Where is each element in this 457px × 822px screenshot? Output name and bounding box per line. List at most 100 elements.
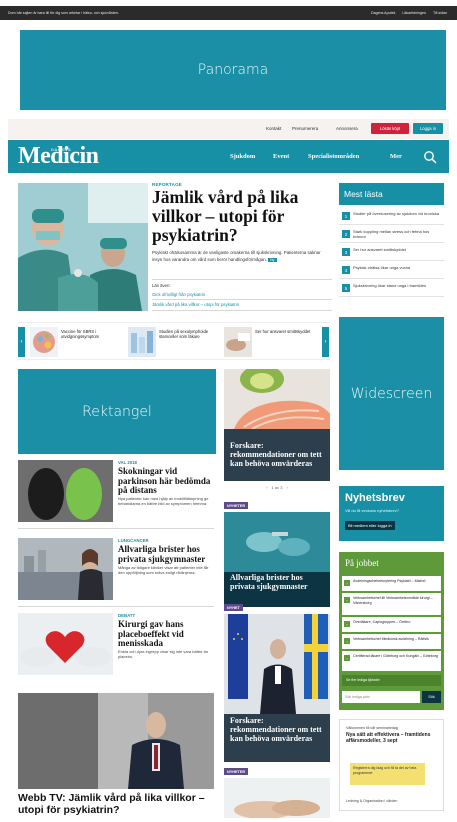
article-kicker: VAL 2018: [118, 460, 137, 465]
carousel-item[interactable]: Vaccine för SBRS i utvidgningssymptom: [30, 327, 125, 357]
seminar-ad-intro: Välkommen till vår seminariedag: [346, 726, 398, 730]
carousel-prev-button[interactable]: ‹: [18, 327, 25, 357]
logo-prefix: DAGENS: [51, 147, 72, 152]
job-listing[interactable]: › Överläkare, Capiogruppen – Örebro: [342, 617, 441, 632]
chevron-left-icon: ‹: [20, 339, 23, 345]
middle-card-image[interactable]: [224, 778, 330, 819]
hands-photo: [224, 778, 330, 819]
seminar-ad-headline: Nya sätt att effektivera – framtidens af…: [346, 732, 431, 744]
job-search-placeholder: Sök lediga jobb: [345, 695, 370, 699]
job-listing-text: Verksamhetschef till Verksamhetsområde k…: [353, 596, 433, 605]
politician-flags-photo: [224, 614, 330, 714]
seminar-ad-highlight: Registrera dig idag och få ta del av hel…: [350, 763, 425, 785]
carousel-next-button[interactable]: ›: [322, 327, 329, 357]
job-search-button[interactable]: Sök: [422, 691, 441, 703]
jobs-title: På jobbet: [345, 558, 379, 568]
webb-tv-photo: [18, 693, 214, 789]
nav-item-mer[interactable]: Mer: [390, 153, 402, 160]
rektangel-ad[interactable]: Rektangel: [18, 369, 216, 454]
login-button-label: Logga in: [419, 126, 437, 131]
most-read-item[interactable]: 5 Sjukskrivning ökar bland unga i framti…: [339, 280, 444, 297]
seminar-ad[interactable]: Välkommen till vår seminariedag Nya sätt…: [339, 719, 444, 811]
nav-item-specialistomraden[interactable]: Specialistområden: [308, 153, 359, 160]
hero-related-link[interactable]: Jämlik vård på lika villkor – utopi för …: [152, 302, 239, 307]
pager-next-icon[interactable]: ›: [286, 485, 287, 490]
middle-card-title: Forskare: rekommendationer om tett kan b…: [230, 441, 322, 468]
webb-tv-video[interactable]: [18, 693, 214, 789]
slippers-photo: [18, 460, 113, 522]
most-read-rank: 2: [342, 230, 350, 238]
most-read-title: Mest lästa: [339, 183, 444, 205]
carousel-item[interactable]: Ser hur ansvaret smittskyddet: [224, 327, 319, 357]
login-button[interactable]: Logga in: [413, 123, 443, 134]
carousel-item[interactable]: Studien på sexolymphoide stamceller som …: [128, 327, 223, 357]
utility-bar: Kontakt Prenumerera Annonsera Lösäs köpt…: [8, 119, 449, 139]
card-pager[interactable]: ‹ 1 av 3 ›: [224, 481, 330, 493]
divider: [152, 310, 332, 311]
buy-button[interactable]: Lösäs köpt: [371, 123, 409, 134]
carousel-thumb-lab: [128, 327, 156, 357]
pager-prev-icon[interactable]: ‹: [266, 485, 267, 490]
most-read-text: Ser hur ansvaret smittskyddet: [353, 247, 406, 252]
hero-title[interactable]: Jämlik vård på lika villkor – utopi för …: [152, 188, 332, 245]
most-read-rank: 3: [342, 248, 350, 256]
arrow-right-icon: ›: [344, 621, 350, 627]
job-listing[interactable]: › Avdelningschefsrekrytering Psykiatri –…: [342, 576, 441, 591]
all-jobs-link[interactable]: Se fler lediga tjänster: [342, 675, 441, 686]
middle-card[interactable]: Allvarliga brister hos privata sjukgymna…: [224, 512, 330, 607]
top-strip-text: Dom här sajten är bara till för dig som …: [8, 11, 120, 15]
divider: [152, 299, 332, 300]
top-strip-links: Dagens Apotek Läkartidningen Till sidan: [365, 11, 447, 15]
nav-item-event[interactable]: Event: [273, 153, 289, 160]
top-strip: Dom här sajten är bara till för dig som …: [0, 6, 457, 20]
category-tag[interactable]: NYHETER: [224, 502, 249, 509]
top-link-dagens-apotek[interactable]: Dagens Apotek: [371, 11, 395, 15]
carousel-thumb-virus: [30, 327, 58, 357]
category-tag[interactable]: NYHET: [224, 604, 243, 611]
job-search-input[interactable]: Sök lediga jobb: [342, 691, 420, 703]
job-listing[interactable]: › Certifierad läkare i Göteborg och Kung…: [342, 651, 441, 671]
nav-item-sjukdom[interactable]: Sjukdom: [230, 153, 255, 160]
pager-text: 1 av 3: [271, 484, 283, 490]
most-read-item[interactable]: 4 Psykisk ohälsa ökar unga vuxna: [339, 262, 444, 279]
hero-ingress-text: Psykiskt ohälsosamma är de vanligaste or…: [152, 250, 321, 262]
article-teaser[interactable]: VAL 2018 Skokningar vid parkinson här be…: [18, 460, 218, 522]
most-read-text: Psykisk ohälsa ökar unga vuxna: [353, 265, 411, 270]
article-title: Kirurgi gav hans placeboeffekt vid menis…: [118, 619, 184, 648]
article-kicker: DEBATT: [118, 613, 136, 618]
arrow-right-icon: ›: [344, 597, 350, 603]
newsletter-signup-button[interactable]: Bli medlem eller logga in: [345, 521, 395, 530]
hero-ingress: Psykiskt ohälsosamma är de vanligaste or…: [152, 250, 332, 263]
most-read-item[interactable]: 1 Studier på överdosering av sjukdom vid…: [339, 208, 444, 225]
article-text: Många av tidigare kliniker visar att pat…: [118, 565, 209, 575]
util-link-annonsera[interactable]: Annonsera: [336, 126, 358, 131]
most-read-rank: 4: [342, 266, 350, 274]
panorama-ad[interactable]: Panorama: [20, 30, 446, 110]
top-link-lakartidningen[interactable]: Läkartidningen: [402, 11, 426, 15]
category-tag[interactable]: NYHETER: [224, 768, 249, 775]
middle-card-title: Allvarliga brister hos privata sjukgymna…: [230, 573, 308, 591]
job-listing[interactable]: › Verksamhetschef till Verksamhetsområde…: [342, 593, 441, 615]
hero-image-surgeons[interactable]: [18, 183, 148, 311]
most-read-rank: 1: [342, 212, 350, 220]
divider: [18, 606, 214, 607]
util-link-kontakt[interactable]: Kontakt: [266, 126, 281, 131]
widescreen-ad[interactable]: Widescreen: [339, 317, 444, 470]
divider: [18, 528, 214, 529]
most-read-item[interactable]: 3 Ser hur ansvaret smittskyddet: [339, 244, 444, 261]
search-icon[interactable]: [423, 150, 437, 164]
hero-related-link[interactable]: Gick ofrivilligt från psykiatrin: [152, 292, 205, 297]
article-teaser[interactable]: LUNGCANCER Allvarliga brister hos privat…: [18, 538, 218, 600]
top-link-till-sidan[interactable]: Till sidan: [433, 11, 447, 15]
main-nav: Medicin DAGENS Sjukdom Event Specialisto…: [8, 140, 449, 173]
most-read-item[interactable]: 2 Stark koppling mellan stress och fetma…: [339, 226, 444, 243]
job-listing-text: Avdelningschefsrekrytering Psykiatri – M…: [353, 579, 426, 583]
surgery-hands-photo: [224, 512, 330, 572]
util-link-prenumerera[interactable]: Prenumerera: [292, 126, 318, 131]
webb-tv-title[interactable]: Webb TV: Jämlik vård på lika villkor – u…: [18, 792, 218, 816]
newsletter-title: Nyhetsbrev: [345, 492, 405, 504]
job-listing[interactable]: › Verksamhetschef Medicinsk avdelning – …: [342, 634, 441, 649]
middle-card[interactable]: Forskare: rekommendationer om tett kan b…: [224, 614, 330, 762]
middle-card[interactable]: Forskare: rekommendationer om tett kan b…: [224, 369, 330, 481]
article-teaser[interactable]: DEBATT Kirurgi gav hans placeboeffekt vi…: [18, 613, 218, 675]
